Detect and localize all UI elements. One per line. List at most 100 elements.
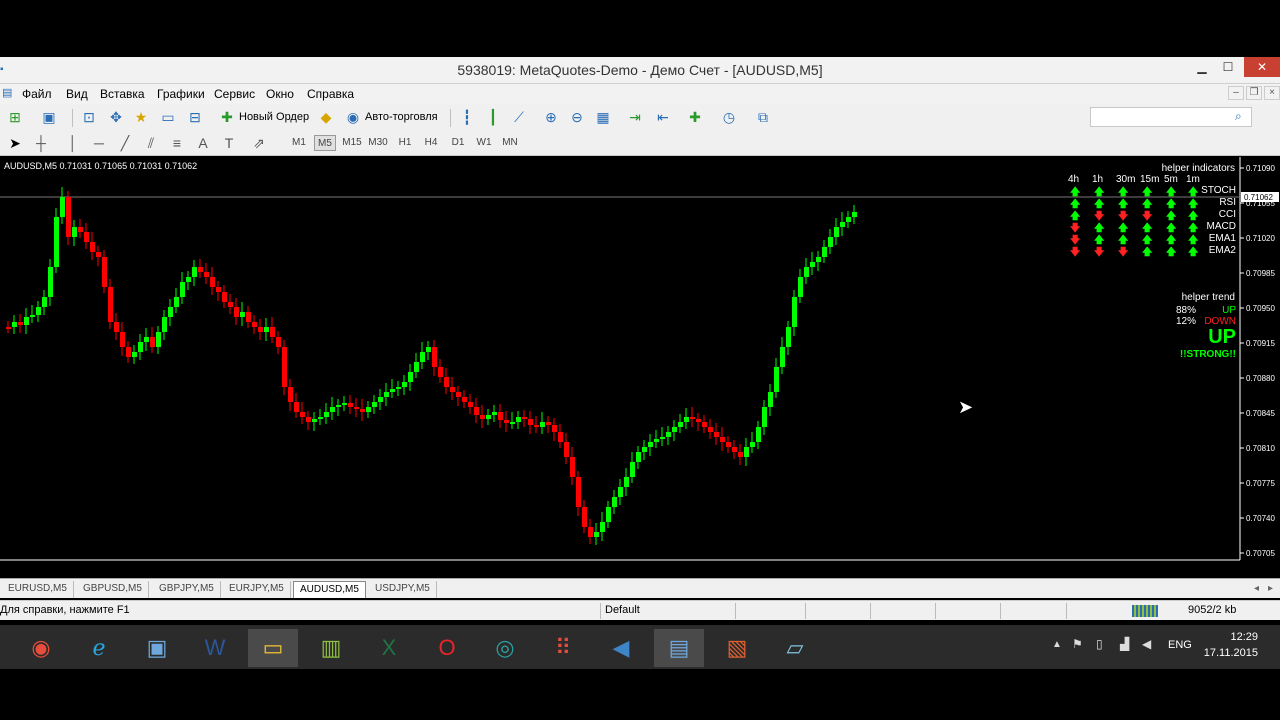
powerpoint-icon[interactable]: ▧ xyxy=(712,629,762,667)
remote-desktop-icon[interactable]: ▣ xyxy=(132,629,182,667)
vertical-line-icon[interactable]: │ xyxy=(62,133,84,153)
auto-trading-icon: ◉ xyxy=(346,109,360,125)
candle-body xyxy=(42,297,47,307)
bar-chart-icon[interactable]: ┇ xyxy=(456,107,478,127)
internet-explorer-icon[interactable]: ℯ xyxy=(74,629,124,667)
close-button[interactable]: ✕ xyxy=(1244,57,1280,77)
auto-trading-button[interactable]: ◉ Авто-торговля xyxy=(340,107,444,127)
battery-icon[interactable]: ▯ xyxy=(1096,637,1103,651)
chart-shift-icon[interactable]: ⇤ xyxy=(652,107,674,127)
menu-help[interactable]: Справка xyxy=(307,87,354,101)
strategy-tester-icon[interactable]: ⊟ xyxy=(184,107,206,127)
clock-date[interactable]: 17.11.2015 xyxy=(1200,647,1258,659)
trendline-icon[interactable]: ╱ xyxy=(114,133,136,153)
timeframe-h1[interactable]: H1 xyxy=(394,135,416,151)
menu-tools[interactable]: Сервис xyxy=(214,87,255,101)
profiles-icon[interactable]: ▣ xyxy=(38,107,60,127)
word-icon[interactable]: W xyxy=(190,629,240,667)
new-chart-icon[interactable]: ⊞ xyxy=(4,107,26,127)
metatrader-icon[interactable]: ▥ xyxy=(306,629,356,667)
equidistant-channel-icon[interactable]: ⫽ xyxy=(140,133,162,153)
market-watch-icon[interactable]: ⊡ xyxy=(78,107,100,127)
timeframe-w1[interactable]: W1 xyxy=(473,135,495,151)
audio-icon[interactable]: ◀ xyxy=(596,629,646,667)
mdi-minimize-button[interactable]: – xyxy=(1228,86,1244,100)
mdi-restore-button[interactable]: ❐ xyxy=(1246,86,1262,100)
data-window-icon[interactable]: ✥ xyxy=(105,107,127,127)
helper-indicator-name: EMA2 xyxy=(1208,245,1236,256)
volume-icon[interactable]: ◀ xyxy=(1142,637,1151,651)
menu-insert[interactable]: Вставка xyxy=(100,87,145,101)
price-tick-label: 0.70845 xyxy=(1246,409,1275,418)
candlestick-icon[interactable]: ┃ xyxy=(482,107,504,127)
periods-icon[interactable]: ◷ xyxy=(718,107,740,127)
opera-icon[interactable]: O xyxy=(422,629,472,667)
fibonacci-icon[interactable]: ≡ xyxy=(166,133,188,153)
metaeditor-icon[interactable]: ◆ xyxy=(315,107,337,127)
timeframe-m1[interactable]: M1 xyxy=(288,135,310,151)
crosshair-icon[interactable]: ┼ xyxy=(30,133,52,153)
candle-body xyxy=(480,415,485,419)
minimize-button[interactable]: ▁ xyxy=(1188,57,1216,77)
menu-charts[interactable]: Графики xyxy=(157,87,205,101)
arrows-icon[interactable]: ⇗ xyxy=(248,133,270,153)
tab-usdjpy[interactable]: USDJPY,M5 xyxy=(369,581,437,598)
tab-eurjpy[interactable]: EURJPY,M5 xyxy=(223,581,291,598)
terminal-icon[interactable]: ▭ xyxy=(157,107,179,127)
text-label-icon[interactable]: T xyxy=(218,133,240,153)
text-icon[interactable]: A xyxy=(192,133,214,153)
navigator-icon[interactable]: ★ xyxy=(130,107,152,127)
file-explorer-icon[interactable]: ▭ xyxy=(248,629,298,667)
price-chart[interactable]: 0.71090 0.71055 0.71020 0.70985 0.70950 0.709… xyxy=(0,157,1280,562)
tab-gbpjpy[interactable]: GBPJPY,M5 xyxy=(153,581,221,598)
candle-body xyxy=(642,447,647,452)
language-indicator[interactable]: ENG xyxy=(1168,639,1192,651)
candle-body xyxy=(588,527,593,537)
tab-scroll-left-icon[interactable]: ◂ xyxy=(1254,583,1259,594)
templates-icon[interactable]: ⧉ xyxy=(752,107,774,127)
menu-window[interactable]: Окно xyxy=(266,87,294,101)
line-chart-icon[interactable]: ⟋ xyxy=(508,107,530,127)
timeframe-m30[interactable]: M30 xyxy=(367,135,389,151)
horizontal-line-icon[interactable]: ─ xyxy=(88,133,110,153)
zoom-out-icon[interactable]: ⊖ xyxy=(566,107,588,127)
timeframe-m15[interactable]: M15 xyxy=(341,135,363,151)
tab-eurusd[interactable]: EURUSD,M5 xyxy=(2,581,74,598)
candle-body xyxy=(102,257,107,287)
timeframe-h4[interactable]: H4 xyxy=(420,135,442,151)
search-input[interactable]: ⌕ xyxy=(1090,107,1252,127)
auto-scroll-icon[interactable]: ⇥ xyxy=(624,107,646,127)
candle-body xyxy=(582,507,587,527)
candle-body xyxy=(402,382,407,387)
tab-scroll-right-icon[interactable]: ▸ xyxy=(1268,583,1273,594)
clock-time[interactable]: 12:29 xyxy=(1218,631,1258,643)
new-order-button[interactable]: ✚ Новый Ордер xyxy=(214,107,314,127)
indicators-icon[interactable]: ✚ xyxy=(684,107,706,127)
tab-audusd[interactable]: AUDUSD,M5 xyxy=(293,581,366,598)
excel-icon[interactable]: X xyxy=(364,629,414,667)
candle-body xyxy=(648,442,653,447)
tray-expand-icon[interactable]: ▲ xyxy=(1052,639,1062,650)
cursor-icon[interactable]: ➤ xyxy=(4,133,26,153)
tile-windows-icon[interactable]: ▦ xyxy=(592,107,614,127)
timeframe-d1[interactable]: D1 xyxy=(447,135,469,151)
zoom-in-icon[interactable]: ⊕ xyxy=(540,107,562,127)
candle-body xyxy=(630,462,635,477)
connection-status-icon[interactable] xyxy=(1132,605,1158,617)
trend-signal: UP xyxy=(1208,326,1236,348)
maps-icon[interactable]: ◎ xyxy=(480,629,530,667)
timeframe-m5[interactable]: M5 xyxy=(314,135,336,151)
timeframe-mn[interactable]: MN xyxy=(499,135,521,151)
photo-viewer-icon[interactable]: ▤ xyxy=(654,629,704,667)
maximize-button[interactable]: ☐ xyxy=(1214,57,1242,77)
search-icon[interactable]: ⌕ xyxy=(1235,109,1242,124)
menu-view[interactable]: Вид xyxy=(66,87,88,101)
chrome-icon[interactable]: ◉ xyxy=(16,629,66,667)
menu-file[interactable]: Файл xyxy=(22,87,52,101)
apps-grid-icon[interactable]: ⠿ xyxy=(538,629,588,667)
flag-icon[interactable]: ⚑ xyxy=(1072,637,1083,651)
notepad-icon[interactable]: ▱ xyxy=(770,629,820,667)
tab-gbpusd[interactable]: GBPUSD,M5 xyxy=(77,581,149,598)
network-icon[interactable]: ▟ xyxy=(1120,637,1129,651)
mdi-close-button[interactable]: × xyxy=(1264,86,1280,100)
